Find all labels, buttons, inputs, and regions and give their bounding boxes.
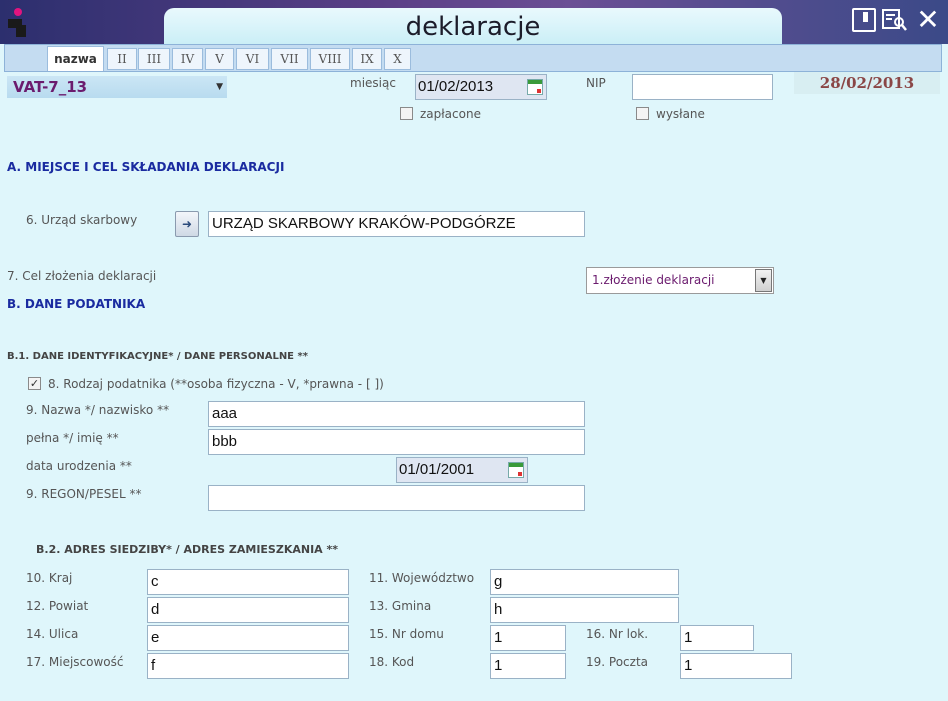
city-label: 17. Miejscowość xyxy=(26,655,124,669)
section-b-title: B. DANE PODATNIKA xyxy=(7,297,146,311)
voivodeship-input[interactable]: g xyxy=(490,569,679,595)
sent-label: wysłane xyxy=(656,107,705,121)
post-office-input[interactable]: 1 xyxy=(680,653,792,679)
paid-checkbox[interactable] xyxy=(400,107,413,120)
declaration-date: 28/02/2013 xyxy=(794,72,940,94)
post-office-label: 19. Poczta xyxy=(586,655,649,669)
section-b2-title: B.2. ADRES SIEDZIBY* / ADRES ZAMIESZKANI… xyxy=(36,543,339,556)
commune-input[interactable]: h xyxy=(490,597,679,623)
select-office-button[interactable]: ➜ xyxy=(175,211,199,237)
street-label: 14. Ulica xyxy=(26,627,79,641)
calendar-icon[interactable] xyxy=(508,462,524,478)
tax-office-label: 6. Urząd skarbowy xyxy=(26,213,138,227)
name-input[interactable]: aaa xyxy=(208,401,585,427)
name-label: 9. Nazwa */ nazwisko ** xyxy=(26,403,170,417)
tab-ix[interactable]: IX xyxy=(352,48,382,70)
tab-ii[interactable]: II xyxy=(107,48,137,70)
regon-input[interactable] xyxy=(208,485,585,511)
tab-strip: nazwa II III IV V VI VII VIII IX X xyxy=(4,44,942,72)
postal-code-input[interactable]: 1 xyxy=(490,653,566,679)
form-type-value: VAT-7_13 xyxy=(13,78,88,96)
purpose-select[interactable]: 1.złożenie deklaracji ▼ xyxy=(586,267,774,294)
calendar-icon[interactable] xyxy=(527,79,543,95)
month-date-value: 01/02/2013 xyxy=(418,78,494,95)
month-label: miesiąc xyxy=(350,76,396,90)
paid-label: zapłacone xyxy=(420,107,481,121)
fullname-label: pełna */ imię ** xyxy=(26,431,119,445)
birth-date-field[interactable]: 01/01/2001 xyxy=(396,457,528,483)
tab-x[interactable]: X xyxy=(384,48,411,70)
sent-checkbox[interactable] xyxy=(636,107,649,120)
house-number-label: 15. Nr domu xyxy=(369,627,444,641)
month-date-field[interactable]: 01/02/2013 xyxy=(415,74,547,100)
tab-iv[interactable]: IV xyxy=(172,48,203,70)
regon-label: 9. REGON/PESEL ** xyxy=(26,487,142,501)
window-title-panel: deklaracje xyxy=(164,8,782,46)
section-a-title: A. MIEJSCE I CEL SKŁADANIA DEKLARACJI xyxy=(7,160,285,174)
street-input[interactable]: e xyxy=(147,625,349,651)
section-b1-title: B.1. DANE IDENTYFIKACYJNE* / DANE PERSON… xyxy=(7,351,308,362)
print-preview-icon[interactable] xyxy=(882,8,907,32)
voivodeship-label: 11. Województwo xyxy=(369,571,475,585)
purpose-value: 1.złożenie deklaracji xyxy=(592,273,715,287)
district-label: 12. Powiat xyxy=(26,599,89,613)
house-number-input[interactable]: 1 xyxy=(490,625,566,651)
taxpayer-type-label: 8. Rodzaj podatnika (**osoba fizyczna - … xyxy=(48,377,384,391)
tab-vii[interactable]: VII xyxy=(271,48,308,70)
tab-v[interactable]: V xyxy=(205,48,234,70)
apartment-number-input[interactable]: 1 xyxy=(680,625,754,651)
arrow-right-icon: ➜ xyxy=(181,217,193,231)
tab-nazwa[interactable]: nazwa xyxy=(47,46,104,71)
tab-iii[interactable]: III xyxy=(138,48,170,70)
country-label: 10. Kraj xyxy=(26,571,73,585)
title-bar: deklaracje ✕ xyxy=(0,0,948,46)
tab-viii[interactable]: VIII xyxy=(310,48,350,70)
form-type-select[interactable]: VAT-7_13 ▼ xyxy=(7,76,227,98)
district-input[interactable]: d xyxy=(147,597,349,623)
country-input[interactable]: c xyxy=(147,569,349,595)
city-input[interactable]: f xyxy=(147,653,349,679)
chevron-down-icon: ▼ xyxy=(216,82,223,92)
fullname-input[interactable]: bbb xyxy=(208,429,585,455)
birth-date-label: data urodzenia ** xyxy=(26,459,132,473)
nip-label: NIP xyxy=(586,76,606,90)
app-logo-icon xyxy=(8,8,28,37)
bookmark-icon[interactable] xyxy=(852,8,876,32)
chevron-down-icon[interactable]: ▼ xyxy=(755,269,772,292)
check-icon: ✓ xyxy=(29,377,40,390)
taxpayer-type-checkbox[interactable]: ✓ xyxy=(28,377,41,390)
postal-code-label: 18. Kod xyxy=(369,655,415,669)
tax-office-input[interactable]: URZĄD SKARBOWY KRAKÓW-PODGÓRZE xyxy=(208,211,585,237)
close-icon[interactable]: ✕ xyxy=(916,6,940,34)
birth-date-value: 01/01/2001 xyxy=(399,461,475,478)
commune-label: 13. Gmina xyxy=(369,599,432,613)
window-title: deklaracje xyxy=(405,12,541,42)
purpose-label: 7. Cel złożenia deklaracji xyxy=(7,269,157,283)
apartment-number-label: 16. Nr lok. xyxy=(586,627,649,641)
tab-vi[interactable]: VI xyxy=(236,48,269,70)
nip-input[interactable] xyxy=(632,74,773,100)
